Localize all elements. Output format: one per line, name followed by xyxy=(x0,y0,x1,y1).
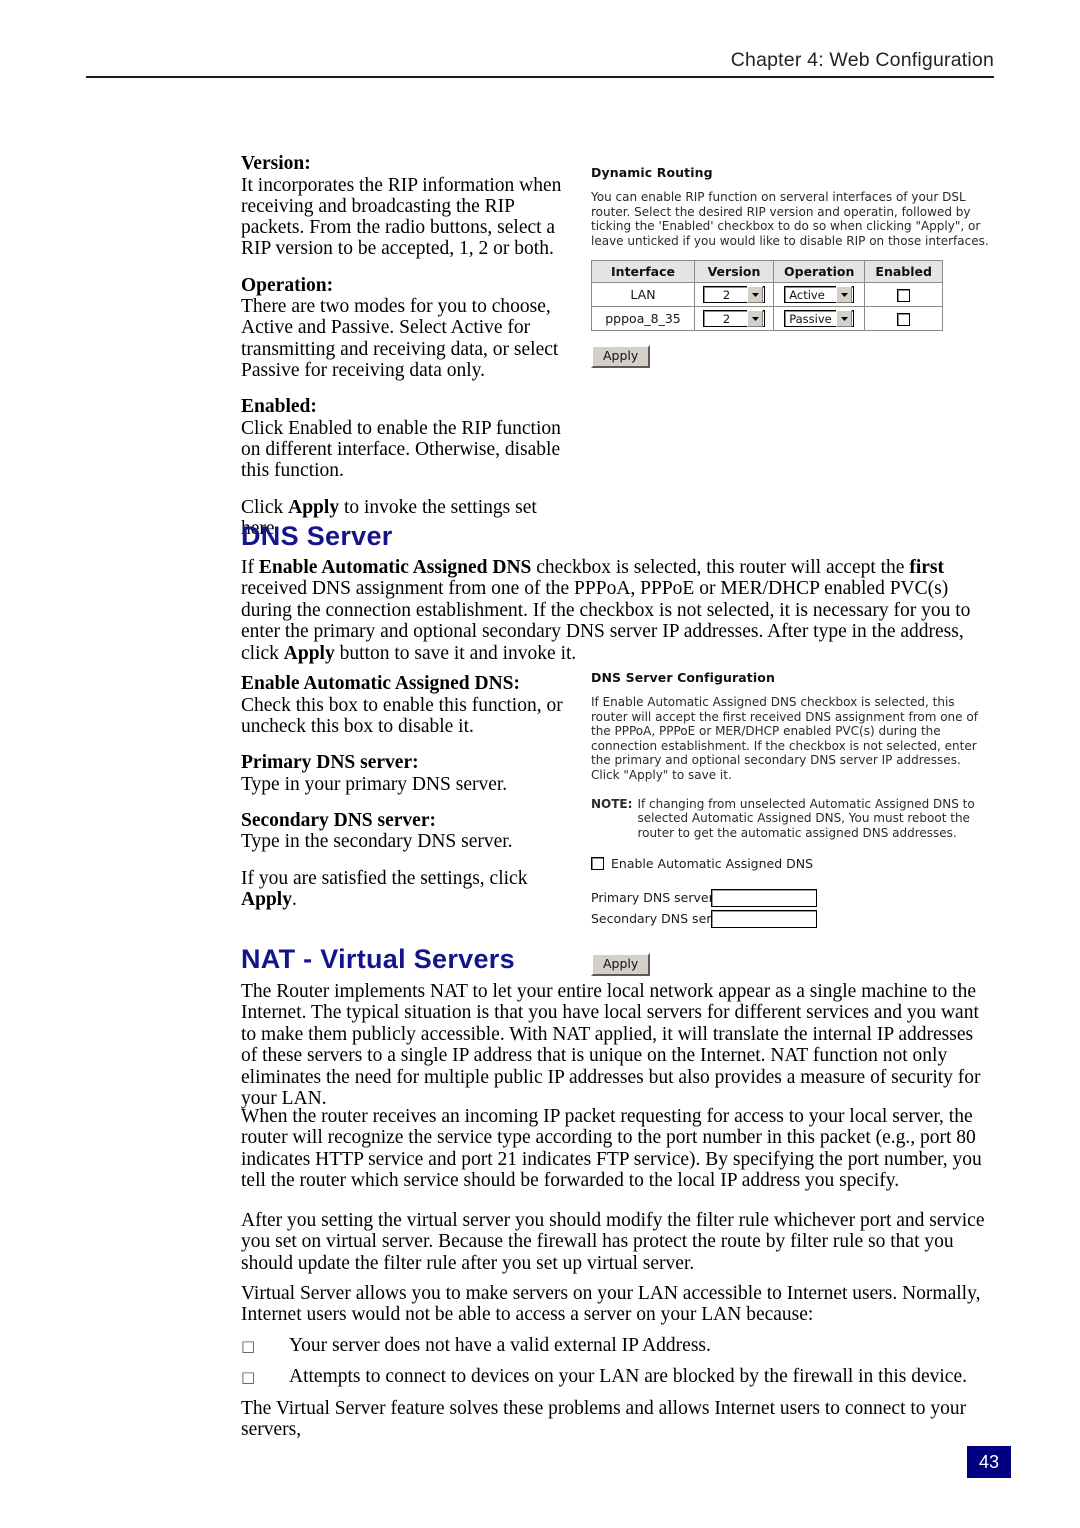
secondary-dns-label: Secondary DNS server: xyxy=(591,911,736,927)
term-secondary-dns-body: Type in the secondary DNS server. xyxy=(241,831,513,853)
apply-button[interactable]: Apply xyxy=(591,345,651,369)
list-item-label: Attempts to connect to devices on your L… xyxy=(289,1366,967,1387)
column-header-interface: Interface xyxy=(591,260,695,284)
term-operation-body: There are two modes for you to choose, A… xyxy=(241,296,559,382)
cell-operation: Active xyxy=(772,282,866,308)
term-primary-dns: Primary DNS server: xyxy=(241,752,419,774)
dns-config-description: If Enable Automatic Assigned DNS checkbo… xyxy=(591,695,978,782)
nat-paragraph-4: Virtual Server allows you to make server… xyxy=(241,1283,981,1326)
square-bullet-icon: □ xyxy=(241,1337,256,1355)
document-page: Chapter 4: Web Configuration Version: It… xyxy=(0,0,1080,1528)
dns-config-note: NOTE: If changing from unselected Automa… xyxy=(591,797,991,841)
enable-automatic-assigned-dns-label: Enable Automatic Assigned DNS xyxy=(611,856,814,872)
section-heading-dns-server: DNS Server xyxy=(241,521,393,551)
chevron-down-icon[interactable] xyxy=(747,286,763,304)
nat-paragraph-3: After you setting the virtual server you… xyxy=(241,1210,985,1274)
term-secondary-dns: Secondary DNS server: xyxy=(241,809,436,831)
operation-select-pppoa-value: Passive xyxy=(789,311,832,326)
term-version: Version: xyxy=(241,153,311,174)
version-select-lan-value: 2 xyxy=(722,287,731,302)
operation-select-lan-value: Active xyxy=(789,287,825,302)
dns-config-apply-row: Apply xyxy=(591,953,991,977)
dns-intro-b2: first xyxy=(909,557,944,578)
rip-definitions-column: Version: It incorporates the RIP informa… xyxy=(241,153,571,539)
dns-intro-p4: button to save it and invoke it. xyxy=(334,642,577,664)
dns-satisfied-pre: If you are satisfied the settings, click xyxy=(241,867,528,889)
dns-intro-p2: checkbox is selected, this router will a… xyxy=(531,557,910,578)
column-header-enabled: Enabled xyxy=(864,260,943,284)
dns-config-note-label: NOTE: xyxy=(591,796,633,811)
header-chapter-text: Chapter 4: Web Configuration xyxy=(730,49,994,71)
enable-automatic-assigned-dns-checkbox[interactable] xyxy=(591,857,604,871)
rip-apply-note-pre: Click xyxy=(241,496,289,518)
version-select-pppoa-value: 2 xyxy=(722,311,731,326)
primary-dns-input[interactable] xyxy=(711,888,817,907)
square-bullet-icon: □ xyxy=(241,1368,256,1386)
term-version-body: It incorporates the RIP information when… xyxy=(241,174,562,260)
primary-dns-label: Primary DNS server: xyxy=(591,890,718,906)
rip-interfaces-table: Interface Version Operation Enabled LAN … xyxy=(591,260,943,332)
operation-select-pppoa[interactable]: Passive xyxy=(784,310,855,328)
cell-enabled xyxy=(864,282,943,308)
section-heading-nat-virtual-servers: NAT - Virtual Servers xyxy=(241,944,515,974)
term-enabled-body: Click Enabled to enable the RIP function… xyxy=(241,417,561,482)
version-select-lan[interactable]: 2 xyxy=(703,286,765,304)
dynamic-routing-apply-row: Apply xyxy=(591,345,991,369)
enabled-checkbox-pppoa[interactable] xyxy=(897,313,911,327)
term-primary-dns-body: Type in your primary DNS server. xyxy=(241,773,508,795)
dynamic-routing-title: Dynamic Routing xyxy=(591,165,713,180)
dns-intro-b1: Enable Automatic Assigned DNS xyxy=(258,557,532,578)
cell-interface-name: pppoa_8_35 xyxy=(591,306,695,332)
term-operation: Operation: xyxy=(241,274,334,296)
dns-server-fields: Primary DNS server: Secondary DNS server… xyxy=(591,887,991,929)
column-header-operation: Operation xyxy=(772,260,866,284)
nat-paragraph-1: The Router implements NAT to let your en… xyxy=(241,981,981,1110)
figure-dns-server-configuration: DNS Server Configuration If Enable Autom… xyxy=(591,670,991,977)
enabled-checkbox-lan[interactable] xyxy=(897,289,911,303)
nat-paragraph-2: When the router receives an incoming IP … xyxy=(241,1106,982,1192)
list-item: □ Attempts to connect to devices on your … xyxy=(241,1366,985,1388)
dns-intro-p1: If xyxy=(241,557,259,578)
dns-config-note-text: If changing from unselected Automatic As… xyxy=(637,796,975,840)
cell-operation: Passive xyxy=(772,306,866,332)
secondary-dns-input[interactable] xyxy=(711,909,817,928)
cell-interface-name: LAN xyxy=(591,282,695,308)
list-item: □ Your server does not have a valid exter… xyxy=(241,1335,985,1357)
cell-enabled xyxy=(864,306,943,332)
page-header: Chapter 4: Web Configuration xyxy=(86,44,994,78)
table-row: pppoa_8_35 2 Passive xyxy=(591,306,943,332)
dns-satisfied-post: . xyxy=(291,888,297,910)
page-number: 43 xyxy=(967,1446,1011,1478)
apply-button[interactable]: Apply xyxy=(591,953,651,977)
chevron-down-icon[interactable] xyxy=(836,310,853,328)
dynamic-routing-description: You can enable RIP function on serveral … xyxy=(591,190,989,248)
dns-satisfied-bold: Apply xyxy=(241,888,292,910)
chevron-down-icon[interactable] xyxy=(747,310,763,328)
dns-definitions-column: Enable Automatic Assigned DNS: Check thi… xyxy=(241,673,571,910)
cell-version: 2 xyxy=(694,282,774,308)
rip-apply-note-bold: Apply xyxy=(288,496,340,518)
dns-config-title: DNS Server Configuration xyxy=(591,670,775,685)
figure-dynamic-routing: Dynamic Routing You can enable RIP funct… xyxy=(591,165,991,369)
dns-intro-paragraph: If Enable Automatic Assigned DNS checkbo… xyxy=(241,557,985,664)
nat-paragraph-5: The Virtual Server feature solves these … xyxy=(241,1398,967,1441)
operation-select-lan[interactable]: Active xyxy=(784,286,855,304)
table-row: LAN 2 Active xyxy=(591,282,943,308)
dns-intro-b3: Apply xyxy=(283,642,335,664)
term-enable-auto-dns-body: Check this box to enable this function, … xyxy=(241,694,563,737)
list-item-label: Your server does not have a valid extern… xyxy=(289,1335,711,1356)
term-enabled: Enabled: xyxy=(241,396,317,418)
table-header-row: Interface Version Operation Enabled xyxy=(591,260,943,284)
dns-satisfied-note: If you are satisfied the settings, click… xyxy=(241,868,571,911)
chevron-down-icon[interactable] xyxy=(836,286,853,304)
cell-version: 2 xyxy=(694,306,774,332)
secondary-dns-field-row: Secondary DNS server: xyxy=(591,908,991,929)
term-enable-auto-dns: Enable Automatic Assigned DNS: xyxy=(241,673,520,694)
primary-dns-field-row: Primary DNS server: xyxy=(591,887,991,908)
enable-automatic-assigned-dns-row[interactable]: Enable Automatic Assigned DNS xyxy=(591,856,991,871)
version-select-pppoa[interactable]: 2 xyxy=(703,310,765,328)
column-header-version: Version xyxy=(694,260,774,284)
